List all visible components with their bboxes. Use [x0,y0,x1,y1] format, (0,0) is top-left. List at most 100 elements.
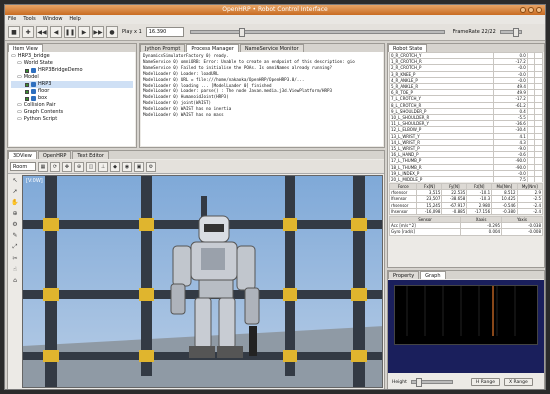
console-panel: Jython Prompt Process Manager NameServic… [139,43,385,148]
model-icon [31,89,36,94]
tab-robot-state[interactable]: Robot State [388,44,428,52]
close-button[interactable] [536,7,542,13]
main-window: OpenHRP • Robot Control Interface File T… [4,4,546,390]
hand-tool-icon[interactable]: ☝ [13,266,17,273]
table-cell [526,176,536,182]
grid-icon[interactable]: ▦ [38,161,48,172]
visible-checkbox[interactable] [25,68,29,73]
view-toolbar: Room ▦ ⟳ ✥ ⊕ ◫ ⊥ ◆ ◉ ▣ ⚙ [8,160,384,174]
tree-item[interactable]: ▭ Collision Pair [11,102,133,109]
tab-openhrp[interactable]: OpenHRP [37,151,72,159]
arrow-tool-icon[interactable]: ➚ [12,188,17,195]
minimize-button[interactable] [520,7,526,13]
visible-checkbox[interactable] [25,89,29,94]
sensor-row: Gyro [rad/s] 0.004 -0.008 [389,228,543,236]
step-back-icon[interactable]: ◀ [50,26,62,38]
pause-icon[interactable]: ❚❚ [64,26,76,38]
view-label: [V:0W] [26,178,43,184]
play-icon[interactable]: ▶ [78,26,90,38]
zoom-icon[interactable]: ⊕ [74,161,84,172]
tree-item[interactable]: box [11,95,133,102]
folder-icon: ▭ [11,53,16,59]
menu-help[interactable]: Help [69,15,80,24]
height-slider[interactable] [410,378,453,387]
table-cell: -2.4 [516,207,543,216]
tab-text-editor[interactable]: Text Editor [72,151,109,159]
time-field[interactable]: 16.390 [145,27,184,37]
table-cell: Gyro [rad/s] [389,228,462,236]
tab-jython-prompt[interactable]: Jython Prompt [140,44,186,52]
collision-icon[interactable]: ◆ [110,161,120,172]
graph-plot[interactable] [394,285,538,345]
tab-graph[interactable]: Graph [420,271,446,279]
time-slider-knob[interactable] [238,28,245,37]
tab-3dview[interactable]: 3DView [8,151,37,159]
camera-icon[interactable]: ◉ [122,161,132,172]
ik-tool-icon[interactable]: ✎ [12,232,17,239]
window-title: OpenHRP • Robot Control Interface [222,6,328,13]
height-slider-knob[interactable] [415,378,422,387]
graph-panel: Property Graph Height H Range X Range [387,270,545,389]
tree-item[interactable]: ▭ Python Script [11,116,133,123]
zoom-tool-icon[interactable]: ⊕ [12,210,17,217]
play-speed-label[interactable]: Play x 1 [122,29,142,35]
tree-item[interactable]: HRP3BridgeDemo [11,67,133,74]
log-line: ModelLoader 0) WAIST has no mass [143,112,224,118]
tree-item[interactable]: floor [11,88,133,95]
item-view-panel: Item View ▭ HRP3_bridge ▭ World State HRP3… [7,43,137,148]
wireframe-icon[interactable]: ◫ [86,161,96,172]
tab-nameservice-monitor[interactable]: NameService Monitor [239,44,304,52]
xrange-button[interactable]: X Range [503,378,533,386]
tree-item[interactable]: ▭ World State [11,60,133,67]
view-mode-select[interactable]: Room [10,162,36,171]
time-slider[interactable] [189,28,445,37]
tree-item[interactable]: HRP3 [11,81,133,88]
menu-bar: File Tools Window Help [5,15,545,24]
settings-icon[interactable]: ⚙ [146,161,156,172]
joint-tool-icon[interactable]: ⚙ [12,221,17,228]
pointer-icon[interactable]: ↖ [12,177,17,184]
menu-file[interactable]: File [8,15,16,24]
link-tool-icon[interactable]: ✂ [12,255,17,262]
record-icon[interactable]: ● [106,26,118,38]
tree-item[interactable]: ▭ Graph Contents [11,109,133,116]
menu-tools[interactable]: Tools [23,15,35,24]
menu-window[interactable]: Window [43,15,63,24]
scene-3d-viewport[interactable]: [V:0W] [22,175,383,388]
table-cell: -16,098 [416,207,443,216]
maximize-button[interactable] [528,7,534,13]
tab-item-view[interactable]: Item View [8,44,43,52]
stop-icon[interactable]: ■ [8,26,20,38]
hrange-button[interactable]: H Range [470,378,500,386]
joint-table: 0_R_CROTCH_Y 0.0 1_R_CROTCH_R -17.2 2_R_CROT… [389,52,543,182]
tab-process-manager[interactable]: Process Manager [186,44,239,52]
controller-icon [31,68,36,73]
sensor-table-wrap: Sensor Xaxis Yaxis Acc [m/s^2] -0.295 -0.038… [389,216,543,236]
table-cell: -0.008 [501,228,543,236]
title-bar: OpenHRP • Robot Control Interface [5,5,545,15]
height-label: Height [392,379,407,385]
robot-icon[interactable]: ✚ [22,26,34,38]
pan-tool-icon[interactable]: ✋ [11,199,18,206]
visible-checkbox[interactable] [25,82,29,87]
folder-icon: ▭ [17,102,22,108]
foot-tool-icon[interactable]: ⌂ [13,277,17,284]
item-tree: ▭ HRP3_bridge ▭ World State HRP3BridgeDemo… [9,52,135,146]
rotate-icon[interactable]: ⟳ [50,161,60,172]
frame-rate-knob[interactable] [512,28,519,37]
frame-rate-slider[interactable] [499,28,522,37]
tree-item[interactable]: ▭ HRP3_bridge [11,53,133,60]
sensor-table: Sensor Xaxis Yaxis Acc [m/s^2] -0.295 -0.038… [389,216,543,236]
axis-icon[interactable]: ⊥ [98,161,108,172]
rewind-icon[interactable]: ◀◀ [36,26,48,38]
tree-item[interactable]: ▭ Model [11,74,133,81]
visible-checkbox[interactable] [25,96,29,101]
tab-property[interactable]: Property [388,271,420,279]
limb-tool-icon[interactable]: ⤢ [13,243,18,251]
folder-icon: ▭ [17,74,22,80]
model-icon [31,96,36,101]
move-icon[interactable]: ✥ [62,161,72,172]
table-cell: 20_L_MIDDLE_P [389,176,495,182]
fast-forward-icon[interactable]: ▶▶ [92,26,104,38]
snapshot-icon[interactable]: ▣ [134,161,144,172]
